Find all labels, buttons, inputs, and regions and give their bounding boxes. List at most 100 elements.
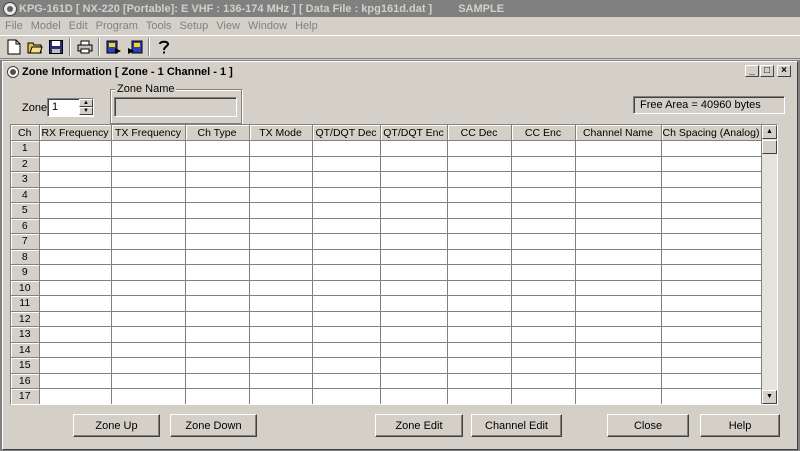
scroll-thumb[interactable] [762, 140, 777, 154]
table-cell[interactable] [661, 140, 762, 157]
row-header[interactable]: 12 [11, 311, 40, 327]
col-header-tx-frequency[interactable]: TX Frequency [111, 125, 186, 141]
table-cell[interactable] [511, 311, 576, 327]
table-cell[interactable] [380, 280, 448, 296]
col-header-channel-name[interactable]: Channel Name [575, 125, 662, 141]
table-cell[interactable] [312, 326, 381, 343]
table-cell[interactable] [312, 187, 381, 203]
help-button[interactable]: Help [700, 414, 780, 437]
row-header[interactable]: 17 [11, 388, 40, 404]
table-cell[interactable] [312, 388, 381, 404]
table-cell[interactable] [249, 280, 313, 296]
table-row[interactable]: 14 [11, 342, 762, 358]
table-cell[interactable] [661, 295, 762, 312]
table-row[interactable]: 3 [11, 171, 762, 188]
row-header[interactable]: 8 [11, 249, 40, 265]
table-cell[interactable] [111, 295, 186, 312]
menu-setup[interactable]: Setup [176, 20, 213, 32]
maximize-button[interactable]: □ [760, 65, 774, 77]
table-cell[interactable] [447, 388, 512, 404]
table-cell[interactable] [111, 140, 186, 157]
close-button[interactable]: Close [607, 414, 689, 437]
table-cell[interactable] [380, 233, 448, 250]
col-header-qt-dqt-dec[interactable]: QT/DQT Dec [312, 125, 381, 141]
table-row[interactable]: 6 [11, 218, 762, 234]
table-cell[interactable] [447, 171, 512, 188]
table-cell[interactable] [575, 218, 662, 234]
zone-name-field[interactable] [114, 97, 237, 117]
table-cell[interactable] [661, 171, 762, 188]
scroll-up-icon[interactable]: ▲ [762, 125, 777, 139]
channel-edit-button[interactable]: Channel Edit [471, 414, 562, 437]
row-header[interactable]: 11 [11, 295, 40, 312]
print-icon[interactable] [74, 37, 95, 57]
minimize-button[interactable]: _ [745, 65, 759, 77]
table-cell[interactable] [312, 202, 381, 219]
table-cell[interactable] [39, 140, 112, 157]
table-cell[interactable] [249, 156, 313, 172]
table-cell[interactable] [447, 295, 512, 312]
table-row[interactable]: 5 [11, 202, 762, 219]
table-cell[interactable] [39, 280, 112, 296]
open-folder-icon[interactable] [24, 37, 45, 57]
table-row[interactable]: 9 [11, 264, 762, 281]
table-cell[interactable] [380, 342, 448, 358]
zone-value[interactable]: 1 [52, 101, 58, 113]
table-row[interactable]: 8 [11, 249, 762, 265]
table-cell[interactable] [111, 233, 186, 250]
table-cell[interactable] [249, 202, 313, 219]
row-header[interactable]: 4 [11, 187, 40, 203]
row-header[interactable]: 5 [11, 202, 40, 219]
table-cell[interactable] [185, 280, 250, 296]
spin-up-icon[interactable]: ▲ [79, 99, 93, 107]
table-cell[interactable] [447, 311, 512, 327]
table-cell[interactable] [185, 264, 250, 281]
table-cell[interactable] [312, 357, 381, 374]
table-cell[interactable] [111, 342, 186, 358]
zone-down-button[interactable]: Zone Down [170, 414, 257, 437]
table-cell[interactable] [380, 187, 448, 203]
table-cell[interactable] [661, 156, 762, 172]
row-header[interactable]: 10 [11, 280, 40, 296]
table-cell[interactable] [39, 233, 112, 250]
close-window-button[interactable]: × [777, 65, 791, 77]
table-cell[interactable] [39, 264, 112, 281]
table-cell[interactable] [575, 140, 662, 157]
table-cell[interactable] [380, 264, 448, 281]
table-cell[interactable] [185, 202, 250, 219]
table-cell[interactable] [661, 218, 762, 234]
new-file-icon[interactable] [3, 37, 24, 57]
row-header[interactable]: 2 [11, 156, 40, 172]
table-row[interactable]: 7 [11, 233, 762, 250]
table-cell[interactable] [249, 171, 313, 188]
table-cell[interactable] [511, 249, 576, 265]
table-cell[interactable] [575, 342, 662, 358]
table-cell[interactable] [380, 218, 448, 234]
table-cell[interactable] [249, 326, 313, 343]
table-cell[interactable] [39, 156, 112, 172]
table-cell[interactable] [575, 295, 662, 312]
table-row[interactable]: 12 [11, 311, 762, 327]
table-cell[interactable] [575, 264, 662, 281]
table-cell[interactable] [185, 249, 250, 265]
row-header[interactable]: 7 [11, 233, 40, 250]
row-header[interactable]: 9 [11, 264, 40, 281]
table-cell[interactable] [111, 373, 186, 389]
table-cell[interactable] [111, 187, 186, 203]
table-cell[interactable] [661, 264, 762, 281]
menu-tools[interactable]: Tools [142, 20, 176, 32]
table-cell[interactable] [447, 218, 512, 234]
table-cell[interactable] [575, 373, 662, 389]
table-cell[interactable] [511, 357, 576, 374]
table-cell[interactable] [185, 233, 250, 250]
col-header-ch-type[interactable]: Ch Type [185, 125, 250, 141]
table-cell[interactable] [661, 311, 762, 327]
table-row[interactable]: 10 [11, 280, 762, 296]
table-cell[interactable] [380, 311, 448, 327]
table-cell[interactable] [511, 233, 576, 250]
table-cell[interactable] [661, 373, 762, 389]
table-cell[interactable] [380, 140, 448, 157]
table-cell[interactable] [661, 342, 762, 358]
table-cell[interactable] [380, 249, 448, 265]
table-cell[interactable] [111, 388, 186, 404]
